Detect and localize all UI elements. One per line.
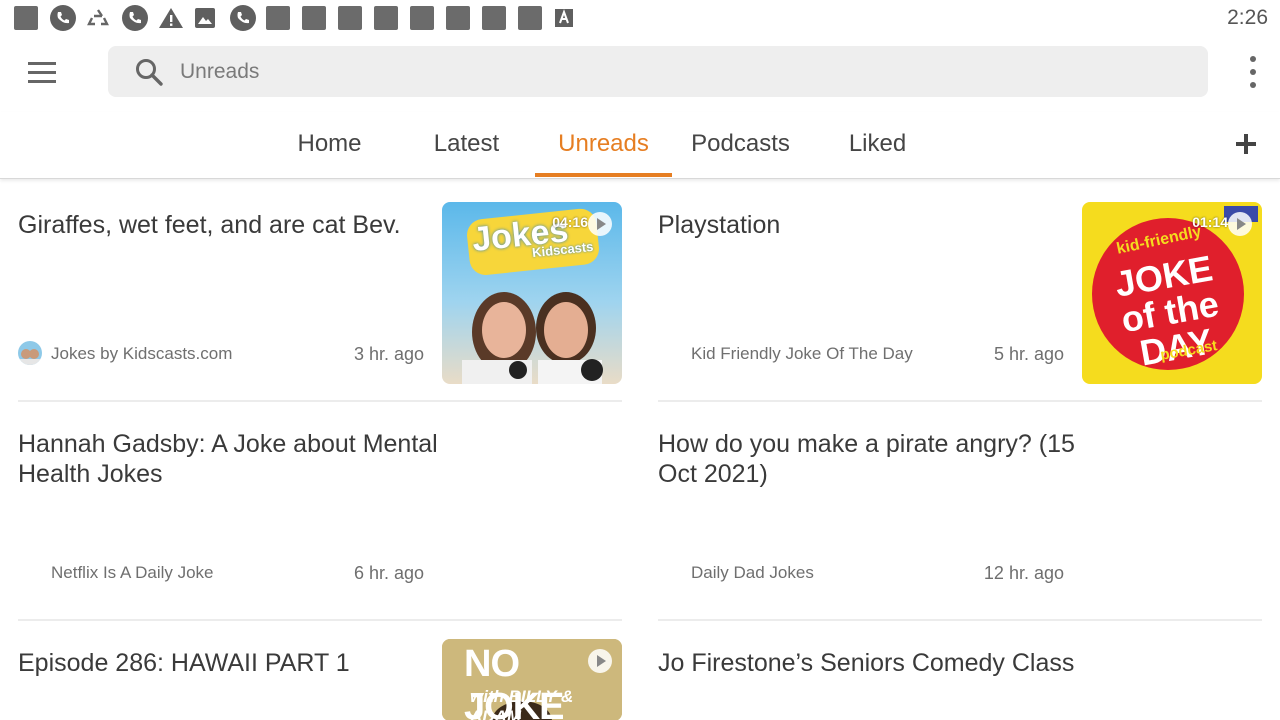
time-ago: 12 hr. ago [983, 563, 1064, 583]
play-icon[interactable] [588, 649, 612, 673]
add-icon[interactable] [1234, 132, 1258, 156]
source-avatar [18, 341, 42, 365]
warning-icon [158, 6, 194, 30]
podcast-name: Daily Dad Jokes [691, 563, 814, 582]
square-icon [518, 6, 554, 30]
hamburger-menu-icon[interactable] [22, 54, 62, 90]
episode-duration: 04:16 [552, 214, 588, 230]
episode-duration: 01:14 [1192, 214, 1228, 230]
recycle-icon [86, 6, 122, 30]
feed-item[interactable]: How do you make a pirate angry? (15 Oct … [658, 419, 1262, 637]
feed-item[interactable]: Jo Firestone’s Seniors Comedy Class [658, 638, 1262, 720]
episode-thumbnail[interactable]: kid-friendly JOKE of the DAY podcast 01:… [1082, 202, 1262, 384]
square-icon [14, 6, 50, 30]
square-icon [446, 6, 482, 30]
square-icon [302, 6, 338, 30]
feed-item[interactable]: Playstation Kid Friendly Joke Of The Day… [658, 200, 1262, 418]
divider [658, 400, 1262, 402]
episode-title: Jo Firestone’s Seniors Comedy Class [658, 649, 1075, 677]
search-icon [136, 58, 163, 86]
phone-icon [50, 5, 86, 31]
tab-home[interactable]: Home [261, 112, 398, 176]
episode-title: Episode 286: HAWAII PART 1 [18, 649, 350, 677]
episode-title: Giraffes, wet feet, and are cat Bev. [18, 211, 401, 239]
podcast-name: Jokes by Kidscasts.com [51, 344, 233, 363]
font-a-icon [554, 6, 590, 30]
episode-title: How do you make a pirate angry? (15 Oct … [658, 430, 1075, 488]
phone-icon [122, 5, 158, 31]
time-ago: 6 hr. ago [353, 563, 424, 583]
phone-icon [230, 5, 266, 31]
image-icon [194, 6, 230, 30]
tab-latest[interactable]: Latest [398, 112, 535, 176]
divider [658, 619, 1262, 621]
notification-icons [14, 5, 590, 31]
play-icon[interactable] [1228, 212, 1252, 236]
square-icon [338, 6, 374, 30]
divider [18, 619, 622, 621]
podcast-name: Kid Friendly Joke Of The Day [691, 344, 913, 363]
feed-item[interactable]: Episode 286: HAWAII PART 1 NO JOKE with … [18, 638, 622, 720]
time-ago: 5 hr. ago [993, 344, 1064, 364]
square-icon [266, 6, 302, 30]
episode-title: Playstation [658, 211, 781, 239]
status-bar: 2:26 [0, 0, 1280, 36]
episode-thumbnail[interactable]: Jokes Kidscasts 04:16 [442, 202, 622, 384]
square-icon [410, 6, 446, 30]
clock: 2:26 [1227, 6, 1268, 29]
feed-item[interactable]: Giraffes, wet feet, and are cat Bev. Jok… [18, 200, 622, 418]
square-icon [374, 6, 410, 30]
more-options-icon[interactable] [1246, 56, 1260, 88]
tab-unreads[interactable]: Unreads [535, 112, 672, 177]
search-bar[interactable] [108, 46, 1208, 97]
play-icon[interactable] [588, 212, 612, 236]
episode-thumbnail[interactable]: NO JOKE with BILLY & ADAM [442, 639, 622, 720]
time-ago: 3 hr. ago [353, 344, 424, 364]
square-icon [482, 6, 518, 30]
feed-item[interactable]: Hannah Gadsby: A Joke about Mental Healt… [18, 419, 622, 637]
divider [18, 400, 622, 402]
tab-liked[interactable]: Liked [809, 112, 946, 176]
app-toolbar [0, 44, 1280, 100]
tab-podcasts[interactable]: Podcasts [672, 112, 809, 176]
thumb-logo-subtext: with BILLY & ADAM [470, 687, 574, 720]
podcast-name: Netflix Is A Daily Joke [51, 563, 214, 582]
tab-bar: Home Latest Unreads Podcasts Liked [0, 112, 1280, 179]
episode-title: Hannah Gadsby: A Joke about Mental Healt… [18, 430, 438, 488]
search-input[interactable] [178, 58, 1082, 85]
